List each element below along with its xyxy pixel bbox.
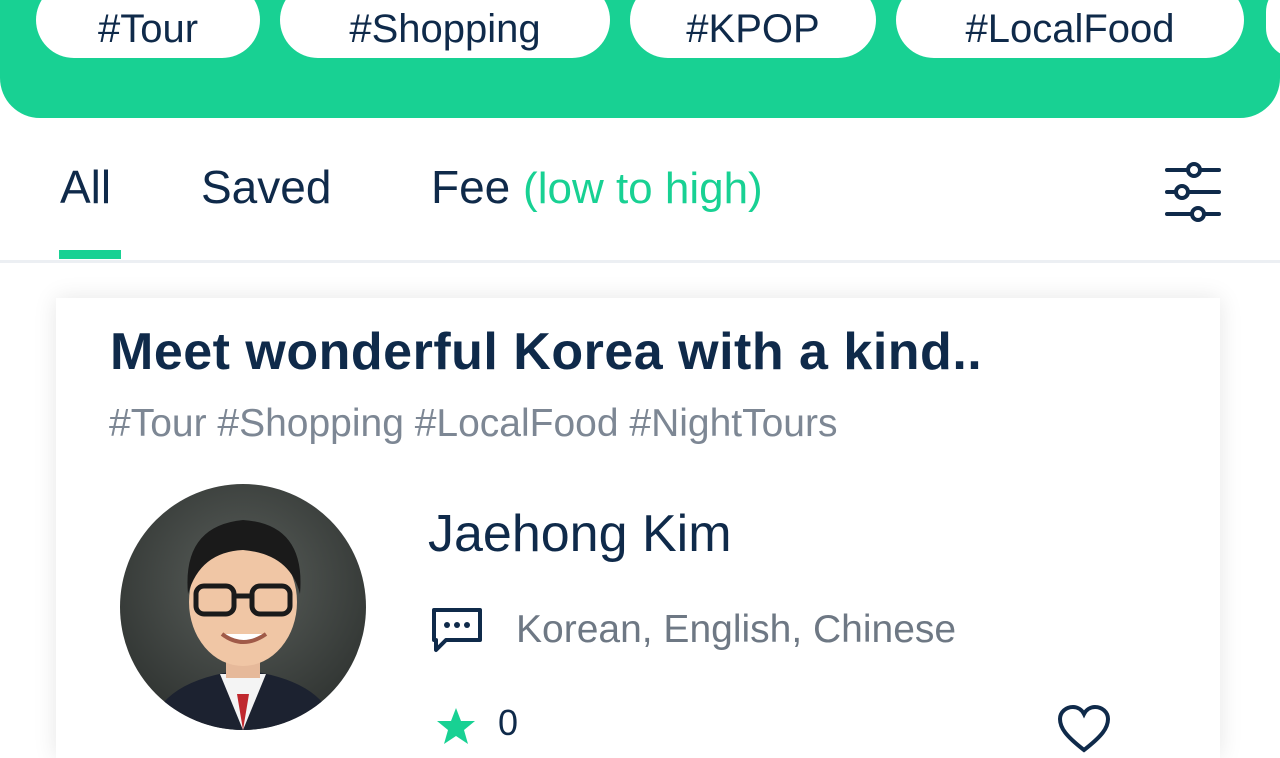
hashtag-chip-tour[interactable]: #Tour [36,0,260,58]
tabs-divider [0,260,1280,263]
tab-fee-sort-note: (low to high) [523,164,763,213]
filter-tabs: All Saved Fee (low to high) [0,118,1280,263]
hashtag-chip-row: #Tour #Shopping #KPOP #LocalFood [0,0,1280,64]
guide-languages: Korean, English, Chinese [516,608,957,651]
tab-saved[interactable]: Saved [201,160,331,214]
hashtag-chip-kpop[interactable]: #KPOP [630,0,876,58]
hashtag-chip-localfood[interactable]: #LocalFood [896,0,1244,58]
heart-icon[interactable] [1056,704,1112,754]
hashtag-chip-more[interactable] [1266,0,1280,58]
guide-card[interactable]: Meet wonderful Korea with a kind.. #Tour… [56,298,1220,758]
tab-fee[interactable]: Fee (low to high) [431,160,763,214]
guide-rating: 0 [498,702,519,743]
card-hashtags: #Tour #Shopping #LocalFood #NightTours [109,402,838,445]
star-icon [437,708,475,744]
active-tab-indicator [59,250,121,259]
sliders-icon[interactable] [1163,160,1223,226]
hashtag-chip-shopping[interactable]: #Shopping [280,0,610,58]
guide-avatar [120,484,366,730]
chat-bubble-icon [432,608,482,652]
card-title: Meet wonderful Korea with a kind.. [110,323,983,381]
guide-name: Jaehong Kim [428,505,732,563]
tab-fee-label: Fee [431,161,511,213]
tab-all[interactable]: All [60,160,111,214]
